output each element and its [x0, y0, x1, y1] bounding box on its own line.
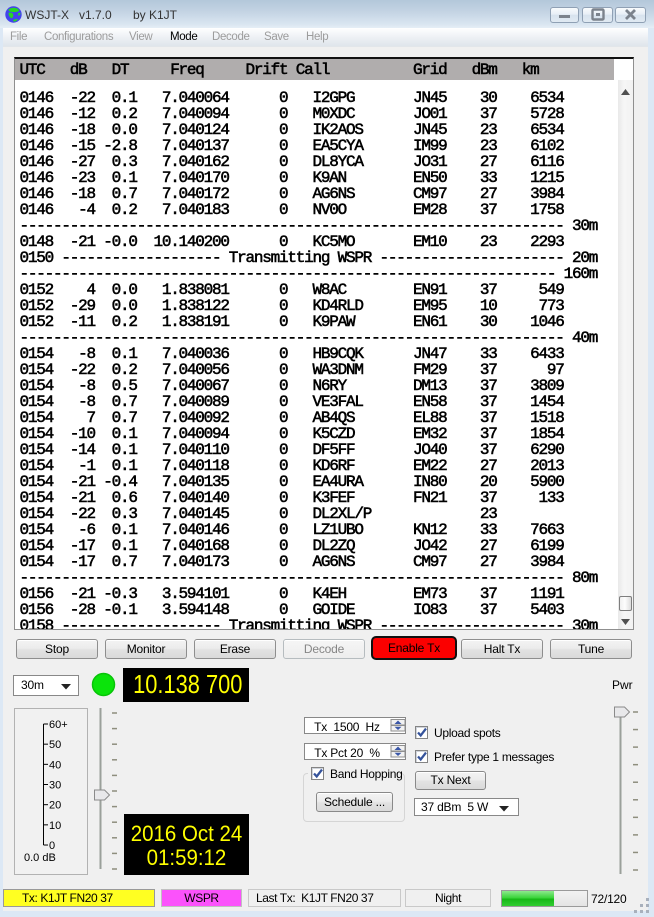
svg-text:60+: 60+	[49, 719, 68, 731]
svg-text:10: 10	[49, 820, 61, 832]
svg-text:30: 30	[49, 780, 61, 792]
svg-text:40: 40	[49, 759, 61, 771]
svg-text:20: 20	[49, 800, 61, 812]
svg-text:0: 0	[49, 840, 55, 852]
svg-text:50: 50	[49, 739, 61, 751]
